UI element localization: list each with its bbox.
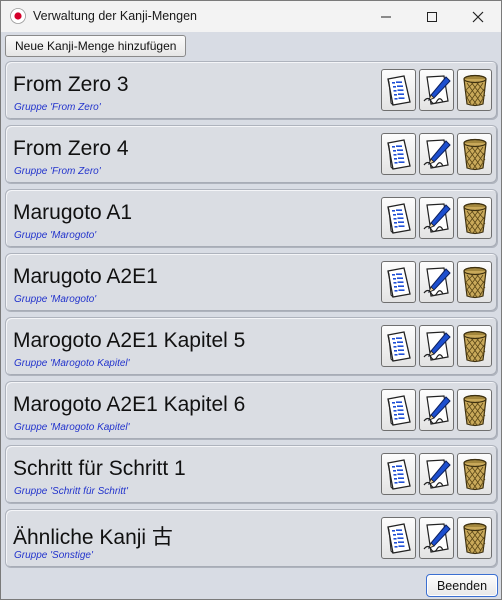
kanji-set-group: Gruppe 'From Zero' xyxy=(14,166,101,177)
close-button[interactable] xyxy=(455,1,501,32)
edit-button[interactable] xyxy=(419,325,454,367)
edit-pencil-icon xyxy=(423,267,451,297)
edit-button[interactable] xyxy=(419,197,454,239)
edit-button[interactable] xyxy=(419,453,454,495)
delete-button[interactable] xyxy=(457,517,492,559)
kanji-set-title: Marogoto A2E1 Kapitel 5 xyxy=(13,329,246,352)
content-area: Neue Kanji-Menge hinzufügen From Zero 3 … xyxy=(1,32,501,599)
kanji-set-item: From Zero 3 Gruppe 'From Zero' xyxy=(5,61,498,120)
edit-pencil-icon xyxy=(423,139,451,169)
edit-pencil-icon xyxy=(423,395,451,425)
list-icon xyxy=(387,331,411,362)
title-bar[interactable]: Verwaltung der Kanji-Mengen xyxy=(1,1,501,32)
list-icon xyxy=(387,459,411,490)
edit-button[interactable] xyxy=(419,69,454,111)
kanji-set-item: Marogoto A2E1 Kapitel 5 Gruppe 'Marogoto… xyxy=(5,317,498,376)
edit-button[interactable] xyxy=(419,517,454,559)
delete-button[interactable] xyxy=(457,261,492,303)
list-icon xyxy=(387,75,411,106)
trash-basket-icon xyxy=(462,266,487,299)
kanji-set-title: Ähnliche Kanji 古 xyxy=(13,526,173,549)
delete-button[interactable] xyxy=(457,325,492,367)
trash-basket-icon xyxy=(462,458,487,491)
kanji-set-item: Ähnliche Kanji 古 Gruppe 'Sonstige' xyxy=(5,509,498,568)
edit-pencil-icon xyxy=(423,331,451,361)
kanji-set-title: Marugoto A2E1 xyxy=(13,265,158,288)
trash-basket-icon xyxy=(462,522,487,555)
edit-pencil-icon xyxy=(423,459,451,489)
kanji-set-title: From Zero 3 xyxy=(13,73,129,96)
trash-basket-icon xyxy=(462,202,487,235)
trash-basket-icon xyxy=(462,74,487,107)
window-title: Verwaltung der Kanji-Mengen xyxy=(33,9,197,23)
trash-basket-icon xyxy=(462,394,487,427)
kanji-set-title: From Zero 4 xyxy=(13,137,129,160)
delete-button[interactable] xyxy=(457,133,492,175)
main-window: Verwaltung der Kanji-Mengen Neue Kanji-M… xyxy=(0,0,502,600)
edit-button[interactable] xyxy=(419,261,454,303)
kanji-set-item: Schritt für Schritt 1 Gruppe 'Schritt fü… xyxy=(5,445,498,504)
view-list-button[interactable] xyxy=(381,261,416,303)
end-button[interactable]: Beenden xyxy=(426,574,498,597)
list-icon xyxy=(387,203,411,234)
kanji-set-title: Schritt für Schritt 1 xyxy=(13,457,186,480)
kanji-set-group: Gruppe 'Marogoto' xyxy=(14,294,97,305)
list-icon xyxy=(387,523,411,554)
view-list-button[interactable] xyxy=(381,69,416,111)
kanji-set-item: Marogoto A2E1 Kapitel 6 Gruppe 'Marogoto… xyxy=(5,381,498,440)
list-icon xyxy=(387,139,411,170)
maximize-icon xyxy=(427,11,437,22)
edit-button[interactable] xyxy=(419,389,454,431)
view-list-button[interactable] xyxy=(381,197,416,239)
list-icon xyxy=(387,395,411,426)
view-list-button[interactable] xyxy=(381,517,416,559)
minimize-button[interactable] xyxy=(363,1,409,32)
view-list-button[interactable] xyxy=(381,133,416,175)
edit-button[interactable] xyxy=(419,133,454,175)
kanji-set-group: Gruppe 'Marogoto Kapitel' xyxy=(14,358,130,369)
kanji-set-item: From Zero 4 Gruppe 'From Zero' xyxy=(5,125,498,184)
kanji-set-group: Gruppe 'Schritt für Schritt' xyxy=(14,486,128,497)
kanji-set-title: Marogoto A2E1 Kapitel 6 xyxy=(13,393,246,416)
kanji-set-group: Gruppe 'From Zero' xyxy=(14,102,101,113)
delete-button[interactable] xyxy=(457,197,492,239)
trash-basket-icon xyxy=(462,138,487,171)
edit-pencil-icon xyxy=(423,203,451,233)
kanji-set-title: Marugoto A1 xyxy=(13,201,133,224)
kanji-set-item: Marugoto A2E1 Gruppe 'Marogoto' xyxy=(5,253,498,312)
list-icon xyxy=(387,267,411,298)
view-list-button[interactable] xyxy=(381,453,416,495)
japan-flag-icon xyxy=(10,8,26,24)
view-list-button[interactable] xyxy=(381,389,416,431)
edit-pencil-icon xyxy=(423,75,451,105)
maximize-button[interactable] xyxy=(409,1,455,32)
edit-pencil-icon xyxy=(423,523,451,553)
kanji-set-group: Gruppe 'Marogoto Kapitel' xyxy=(14,422,130,433)
delete-button[interactable] xyxy=(457,389,492,431)
minimize-icon xyxy=(381,16,391,17)
view-list-button[interactable] xyxy=(381,325,416,367)
kanji-set-item: Marugoto A1 Gruppe 'Marogoto' xyxy=(5,189,498,248)
delete-button[interactable] xyxy=(457,453,492,495)
kanji-set-group: Gruppe 'Marogoto' xyxy=(14,230,97,241)
close-icon xyxy=(472,11,484,22)
kanji-set-group: Gruppe 'Sonstige' xyxy=(14,550,93,561)
delete-button[interactable] xyxy=(457,69,492,111)
add-kanji-set-button[interactable]: Neue Kanji-Menge hinzufügen xyxy=(5,35,187,57)
trash-basket-icon xyxy=(462,330,487,363)
